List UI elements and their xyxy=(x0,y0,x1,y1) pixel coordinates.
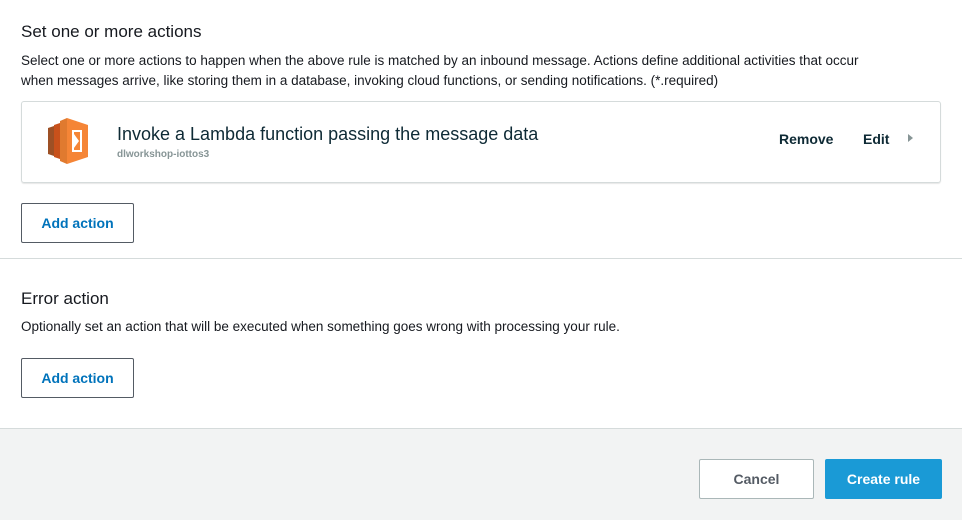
action-subtitle: dlworkshop-iottos3 xyxy=(117,149,210,160)
edit-action-link[interactable]: Edit xyxy=(863,131,889,147)
create-rule-button[interactable]: Create rule xyxy=(825,459,942,499)
actions-description: Select one or more actions to happen whe… xyxy=(21,51,951,91)
actions-description-line1: Select one or more actions to happen whe… xyxy=(21,53,859,68)
error-action-heading: Error action xyxy=(21,289,109,308)
error-action-description: Optionally set an action that will be ex… xyxy=(21,319,620,334)
action-title: Invoke a Lambda function passing the mes… xyxy=(117,124,539,144)
add-error-action-button[interactable]: Add action xyxy=(21,358,134,398)
actions-description-line2: when messages arrive, like storing them … xyxy=(21,73,719,88)
add-action-button[interactable]: Add action xyxy=(21,203,134,243)
actions-heading: Set one or more actions xyxy=(21,22,202,41)
action-card: Invoke a Lambda function passing the mes… xyxy=(21,101,941,183)
section-divider xyxy=(0,258,962,259)
caret-right-icon[interactable] xyxy=(908,134,913,142)
remove-action-link[interactable]: Remove xyxy=(779,131,833,147)
lambda-icon xyxy=(48,118,88,164)
footer xyxy=(0,429,962,520)
cancel-button[interactable]: Cancel xyxy=(699,459,814,499)
